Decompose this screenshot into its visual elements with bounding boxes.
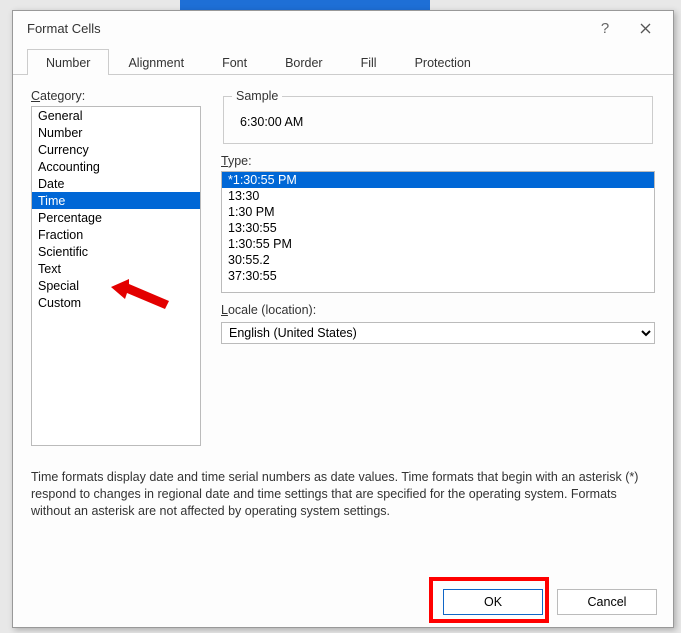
locale-panel: Locale (location): English (United State… <box>221 303 655 344</box>
list-item[interactable]: Text <box>32 260 200 277</box>
type-list[interactable]: *1:30:55 PM 13:30 1:30 PM 13:30:55 1:30:… <box>221 171 655 293</box>
list-item[interactable]: Accounting <box>32 158 200 175</box>
tab-protection[interactable]: Protection <box>396 49 490 75</box>
category-panel: Category: General Number Currency Accoun… <box>31 89 213 446</box>
type-label: Type: <box>221 154 655 168</box>
sample-value: 6:30:00 AM <box>236 113 640 131</box>
help-button[interactable]: ? <box>585 13 625 43</box>
list-item[interactable]: Custom <box>32 294 200 311</box>
list-item[interactable]: Scientific <box>32 243 200 260</box>
list-item[interactable]: 37:30:55 <box>222 268 654 284</box>
ok-button[interactable]: OK <box>443 589 543 615</box>
close-icon <box>640 23 651 34</box>
list-item[interactable]: Date <box>32 175 200 192</box>
list-item[interactable]: 13:30:55 <box>222 220 654 236</box>
category-list[interactable]: General Number Currency Accounting Date … <box>31 106 201 446</box>
background-ribbon <box>180 0 430 10</box>
list-item[interactable]: 1:30:55 PM <box>222 236 654 252</box>
tab-border[interactable]: Border <box>266 49 342 75</box>
list-item[interactable]: 1:30 PM <box>222 204 654 220</box>
locale-select[interactable]: English (United States) <box>221 322 655 344</box>
locale-label: Locale (location): <box>221 303 655 317</box>
cancel-button[interactable]: Cancel <box>557 589 657 615</box>
titlebar: Format Cells ? <box>13 11 673 45</box>
details-panel: Sample 6:30:00 AM Type: *1:30:55 PM 13:3… <box>221 89 655 344</box>
list-item[interactable]: Currency <box>32 141 200 158</box>
list-item[interactable]: Fraction <box>32 226 200 243</box>
format-description: Time formats display date and time seria… <box>31 469 655 520</box>
list-item-selected[interactable]: Time <box>32 192 200 209</box>
list-item-selected[interactable]: *1:30:55 PM <box>222 172 654 188</box>
list-item[interactable]: Special <box>32 277 200 294</box>
sample-fieldset: Sample 6:30:00 AM <box>223 89 653 144</box>
tab-alignment[interactable]: Alignment <box>109 49 203 75</box>
list-item[interactable]: 30:55.2 <box>222 252 654 268</box>
category-label: Category: <box>31 89 213 103</box>
tab-bar: Number Alignment Font Border Fill Protec… <box>13 45 673 75</box>
list-item[interactable]: Percentage <box>32 209 200 226</box>
dialog-title: Format Cells <box>27 21 101 36</box>
list-item[interactable]: Number <box>32 124 200 141</box>
close-button[interactable] <box>625 13 665 43</box>
tab-font[interactable]: Font <box>203 49 266 75</box>
dialog-footer: OK Cancel <box>443 589 657 615</box>
tab-number[interactable]: Number <box>27 49 109 75</box>
list-item[interactable]: General <box>32 107 200 124</box>
tab-fill[interactable]: Fill <box>342 49 396 75</box>
list-item[interactable]: 13:30 <box>222 188 654 204</box>
sample-label: Sample <box>232 89 282 103</box>
format-cells-dialog: Format Cells ? Number Alignment Font Bor… <box>12 10 674 628</box>
